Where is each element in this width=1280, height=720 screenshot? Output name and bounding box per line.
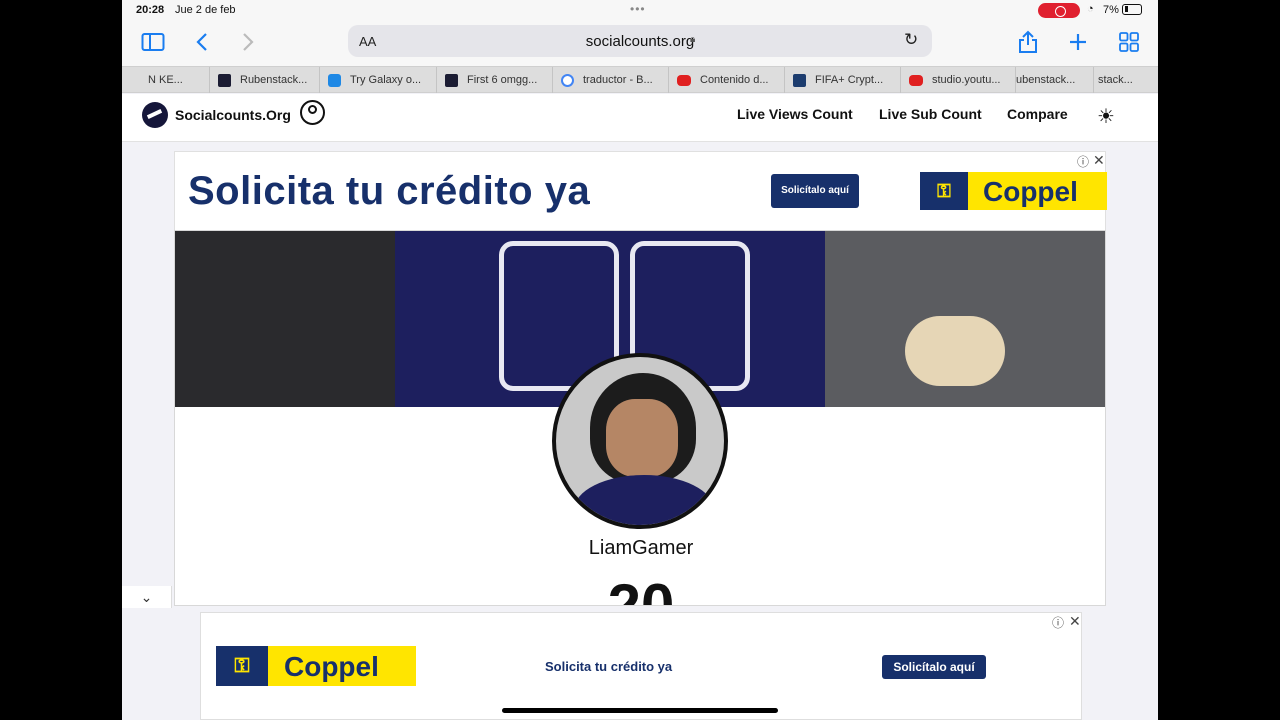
- tab-label: Contenido d...: [700, 74, 769, 86]
- ad-cta-button[interactable]: Solicítalo aquí: [882, 655, 986, 679]
- tab-label: Try Galaxy o...: [350, 74, 422, 86]
- wifi-icon: ◔: [1087, 3, 1094, 15]
- site-navbar: Socialcounts.Org Live Views Count Live S…: [122, 94, 1158, 142]
- site-brand[interactable]: Socialcounts.Org: [175, 107, 291, 123]
- coppel-logo: ⚿ Coppel: [216, 646, 416, 686]
- subscriber-count: 20: [607, 572, 675, 606]
- banner-sofa-left: [175, 231, 395, 407]
- site-logo-icon[interactable]: [142, 102, 168, 128]
- tab-label: ubenstack...: [1016, 74, 1076, 86]
- avatar-face: [606, 399, 678, 477]
- multitask-dots-icon[interactable]: •••: [630, 2, 646, 16]
- browser-tab[interactable]: ubenstack...: [1016, 67, 1094, 93]
- tab-label: studio.youtu...: [932, 74, 1001, 86]
- coppel-logo: ⚿ Coppel: [920, 172, 1107, 210]
- tab-label: stack...: [1098, 74, 1133, 86]
- channel-avatar: [552, 353, 728, 529]
- share-icon[interactable]: [1014, 28, 1042, 56]
- new-tab-icon[interactable]: [1064, 28, 1092, 56]
- browser-tab[interactable]: stack...: [1094, 67, 1158, 93]
- tab-label: traductor - B...: [583, 74, 653, 86]
- user-account-icon[interactable]: [300, 100, 325, 125]
- tab-label: N KE...: [148, 74, 183, 86]
- theme-toggle-sun-icon[interactable]: ☀︎: [1097, 104, 1115, 129]
- web-page: Socialcounts.Org Live Views Count Live S…: [122, 94, 1158, 606]
- nav-live-views-count[interactable]: Live Views Count: [737, 106, 853, 122]
- browser-tab[interactable]: studio.youtu...: [901, 67, 1016, 93]
- banner-toy: [905, 316, 1005, 386]
- channel-name: LiamGamer: [588, 537, 694, 559]
- youtube-favicon-icon: [909, 74, 923, 86]
- browser-tab[interactable]: traductor - B...: [553, 67, 669, 93]
- youtube-favicon-icon: [677, 74, 691, 86]
- status-date: Jue 2 de feb: [175, 4, 236, 16]
- key-icon: ⚿: [216, 646, 268, 686]
- ad-text: Solicita tu crédito ya: [545, 659, 673, 674]
- ad-info-icon[interactable]: ⓘ: [1052, 614, 1064, 631]
- reload-icon[interactable]: ↻: [904, 30, 918, 50]
- home-indicator[interactable]: [502, 708, 778, 713]
- browser-tab[interactable]: FIFA+ Crypt...: [785, 67, 901, 93]
- forward-icon[interactable]: [234, 28, 262, 56]
- browser-tab[interactable]: Rubenstack...: [210, 67, 320, 93]
- browser-tab[interactable]: N KE...: [136, 67, 210, 93]
- rubenstack-favicon-icon: [218, 73, 231, 87]
- browser-toolbar: AA socialcounts.org 🔒︎ ↻: [122, 20, 1158, 66]
- avatar-body: [574, 475, 714, 525]
- browser-tab[interactable]: Contenido d...: [669, 67, 785, 93]
- screen-record-icon[interactable]: [1038, 3, 1080, 18]
- nav-live-sub-count[interactable]: Live Sub Count: [879, 106, 982, 122]
- ad-close-icon[interactable]: ✕: [1069, 613, 1081, 630]
- tab-label: FIFA+ Crypt...: [815, 74, 884, 86]
- fifa-favicon-icon: [793, 73, 806, 87]
- lock-icon: 🔒︎: [690, 34, 696, 45]
- nav-compare[interactable]: Compare: [1007, 106, 1068, 122]
- ad-cta-button[interactable]: Solicítalo aquí: [771, 174, 859, 208]
- sidebar-toggle-icon[interactable]: [139, 28, 167, 56]
- key-icon: ⚿: [920, 172, 968, 210]
- channel-card: LiamGamer 20: [174, 230, 1106, 606]
- ad-headline: Solicita tu crédito ya: [188, 169, 591, 213]
- back-icon[interactable]: [188, 28, 216, 56]
- address-bar[interactable]: AA socialcounts.org 🔒︎ ↻: [348, 25, 932, 57]
- tab-label: Rubenstack...: [240, 74, 308, 86]
- browser-tab[interactable]: Try Galaxy o...: [320, 67, 437, 93]
- status-time: 20:28: [136, 4, 165, 16]
- ad-info-icon[interactable]: ⓘ: [1077, 153, 1089, 170]
- coppel-logo-text: Coppel: [284, 651, 379, 682]
- url-text[interactable]: socialcounts.org: [348, 33, 932, 50]
- ad-close-icon[interactable]: ✕: [1093, 152, 1105, 169]
- bottom-ad-banner[interactable]: ⚿ Coppel Solicita tu crédito ya Solicíta…: [200, 612, 1082, 720]
- top-ad-banner[interactable]: Solicita tu crédito ya Solicítalo aquí ⚿…: [174, 151, 1107, 231]
- galaxy-favicon-icon: [328, 73, 341, 87]
- tab-bar: N KE... Rubenstack... Try Galaxy o... Fi…: [122, 66, 1158, 93]
- rubenstack-favicon-icon: [445, 73, 458, 87]
- tab-overview-icon[interactable]: [1115, 28, 1143, 56]
- tab-label: First 6 omgg...: [467, 74, 538, 86]
- battery-percent: 7%: [1103, 4, 1119, 16]
- chevron-down-icon[interactable]: ⌄: [122, 586, 172, 608]
- google-favicon-icon: [561, 73, 574, 87]
- browser-tab[interactable]: First 6 omgg...: [437, 67, 553, 93]
- status-bar: 20:28 Jue 2 de feb ••• ◔ 7%: [122, 0, 1158, 20]
- battery-icon: [1122, 4, 1142, 15]
- coppel-logo-text: Coppel: [983, 176, 1078, 207]
- ipad-screen: 20:28 Jue 2 de feb ••• ◔ 7% AA socialcou…: [122, 0, 1158, 720]
